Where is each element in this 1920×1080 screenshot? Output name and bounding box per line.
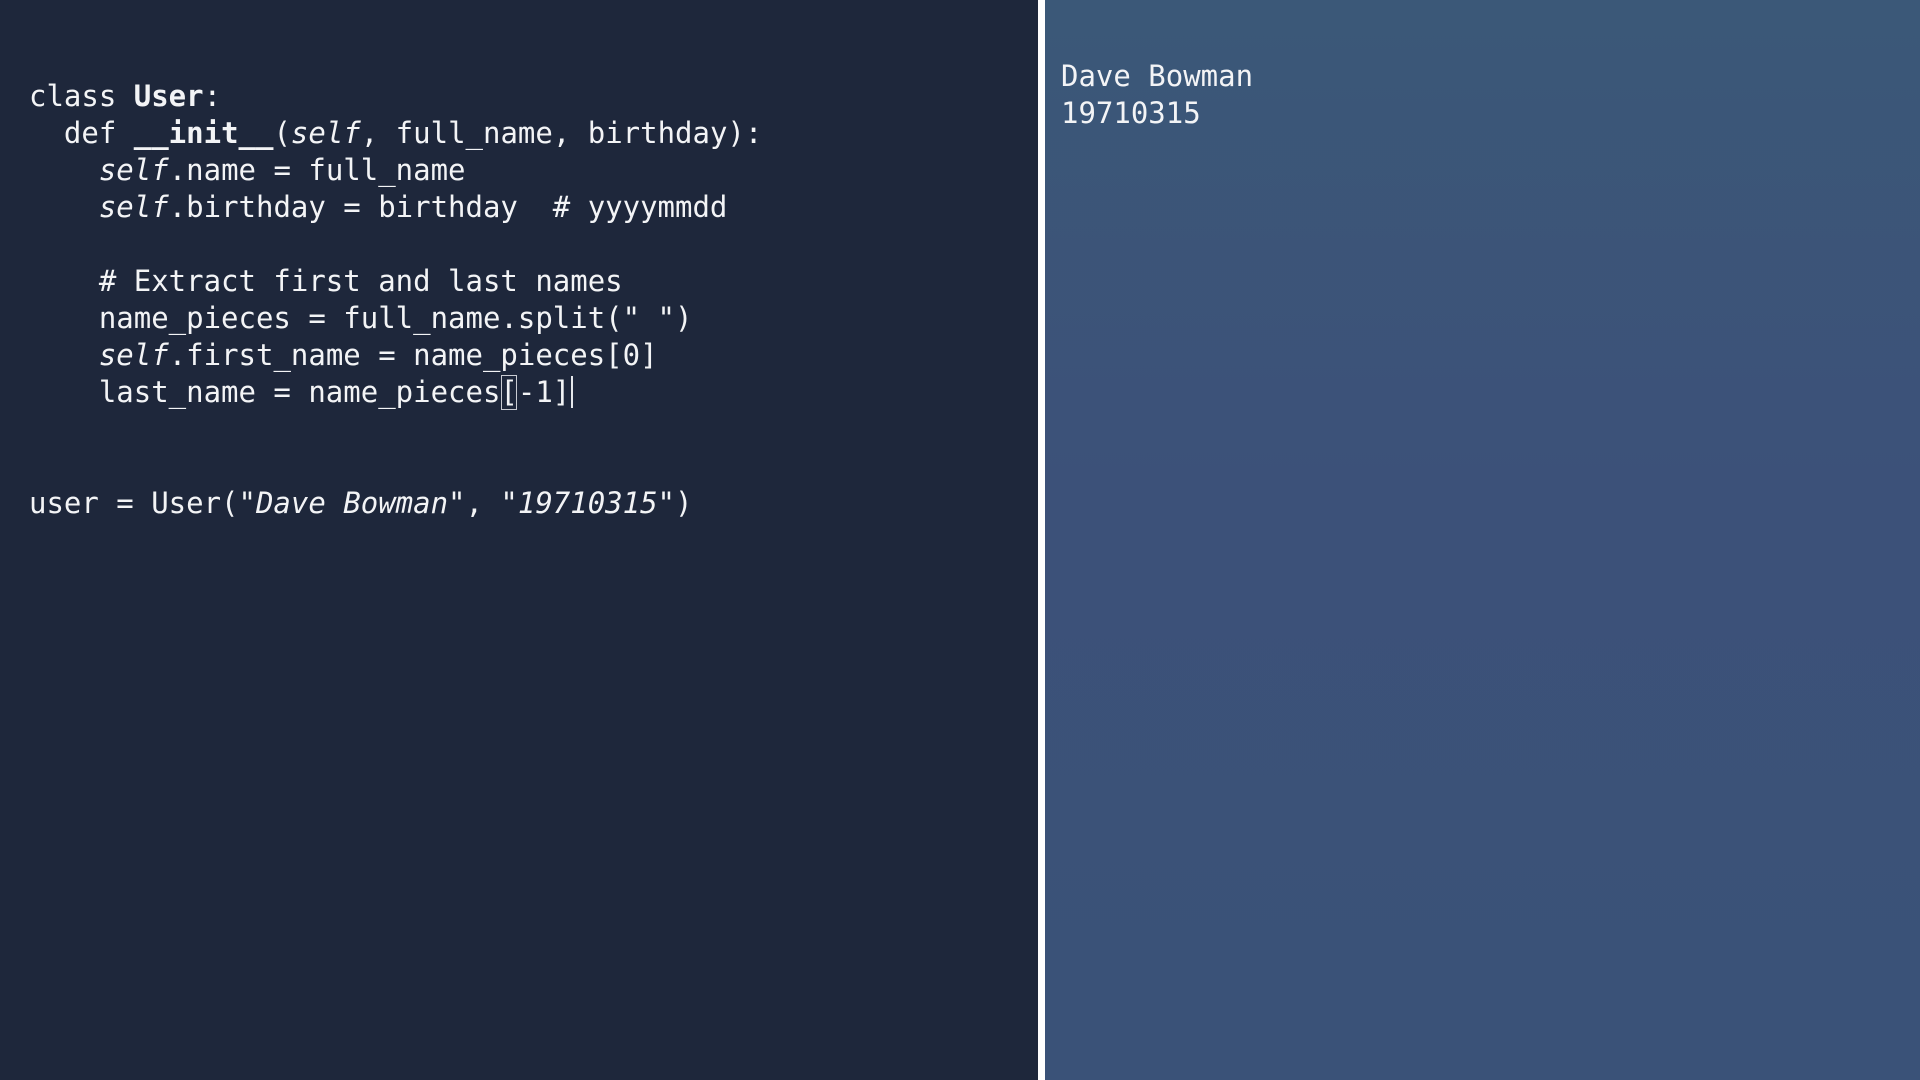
- code-token: ): [675, 486, 693, 520]
- code-token: , full_name, birthday):: [360, 116, 763, 150]
- code-line-5: # Extract first and last names: [29, 263, 762, 300]
- code-editor[interactable]: class User: def __init__(self, full_name…: [0, 0, 1038, 1080]
- text-cursor: [571, 376, 574, 408]
- code-line-8: last_name = name_pieces[-1]: [29, 374, 762, 411]
- code-line-1: class User:: [29, 78, 762, 115]
- code-token: .birthday = birthday # yyyymmdd: [168, 190, 728, 224]
- code-line-2: def __init__(self, full_name, birthday):: [29, 115, 762, 152]
- code-token: :: [203, 79, 222, 113]
- code-token: .name = full_name: [168, 153, 466, 187]
- function-name: __init__: [133, 116, 274, 150]
- string-literal: "Dave Bowman": [238, 486, 466, 520]
- output-line-1: Dave Bowman: [1061, 59, 1254, 93]
- output-text: Dave Bowman 19710315: [1061, 58, 1253, 132]
- self-keyword: self: [98, 338, 169, 372]
- self-param: self: [290, 116, 361, 150]
- code-line-3: self.name = full_name: [29, 152, 762, 189]
- code-comment: # Extract first and last names: [29, 264, 623, 298]
- code-line-4: self.birthday = birthday # yyyymmdd: [29, 189, 762, 226]
- output-panel: Dave Bowman 19710315: [1045, 0, 1920, 1080]
- output-line-2: 19710315: [1061, 96, 1201, 130]
- code-token: user = User(: [29, 486, 239, 520]
- code-token: name_pieces = full_name.split(" "): [29, 301, 693, 335]
- code-block[interactable]: class User: def __init__(self, full_name…: [29, 78, 762, 522]
- code-token: ,: [465, 486, 501, 520]
- keyword-def: def: [29, 116, 134, 150]
- class-name: User: [133, 79, 204, 113]
- screen: class User: def __init__(self, full_name…: [0, 0, 1920, 1080]
- code-token: .first_name = name_pieces[0]: [168, 338, 658, 372]
- code-token: -1]: [517, 375, 571, 409]
- self-keyword: self: [98, 153, 169, 187]
- keyword-class: class: [29, 79, 134, 113]
- code-token: last_name = name_pieces: [29, 375, 501, 409]
- code-line-6: name_pieces = full_name.split(" "): [29, 300, 762, 337]
- self-keyword: self: [98, 190, 169, 224]
- code-token: (: [273, 116, 291, 150]
- code-line-9: user = User("Dave Bowman", "19710315"): [29, 485, 762, 522]
- matched-bracket: [: [500, 375, 518, 410]
- code-line-7: self.first_name = name_pieces[0]: [29, 337, 762, 374]
- string-literal: "19710315": [500, 486, 676, 520]
- pane-divider[interactable]: [1038, 0, 1045, 1080]
